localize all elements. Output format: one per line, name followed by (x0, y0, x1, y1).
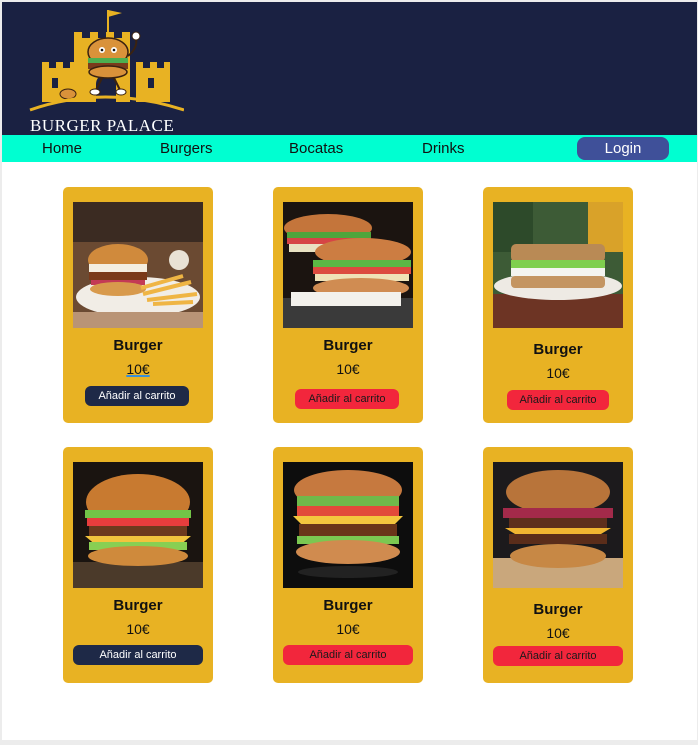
add-to-cart-button[interactable]: Añadir al carrito (85, 386, 189, 406)
nav-drinks[interactable]: Drinks (422, 140, 465, 157)
product-name: Burger (323, 337, 373, 354)
product-name: Burger (113, 337, 163, 354)
nav-burgers[interactable]: Burgers (160, 140, 213, 157)
brand-name: BURGER PALACE (30, 116, 175, 135)
product-card: Burger 10€ Añadir al carrito (273, 187, 423, 423)
product-image[interactable] (493, 462, 623, 588)
double-burger-image-icon (493, 462, 623, 588)
product-image[interactable] (73, 462, 203, 588)
site-header: BURGER PALACE (2, 2, 697, 135)
product-price: 10€ (546, 365, 570, 381)
product-card: Burger 10€ Añadir al carrito (483, 447, 633, 683)
product-name: Burger (323, 597, 373, 614)
add-to-cart-button[interactable]: Añadir al carrito (493, 646, 623, 666)
product-image[interactable] (493, 202, 623, 328)
nav-home[interactable]: Home (42, 140, 82, 157)
product-image[interactable] (283, 462, 413, 588)
add-to-cart-button[interactable]: Añadir al carrito (283, 645, 413, 665)
castle-logo-icon (29, 10, 184, 112)
product-name: Burger (533, 341, 583, 358)
product-image[interactable] (283, 202, 413, 328)
burger-fries-image-icon (73, 202, 203, 328)
add-to-cart-button[interactable]: Añadir al carrito (507, 390, 609, 410)
login-button[interactable]: Login (577, 137, 669, 160)
burger-palace-logo[interactable]: BURGER PALACE (24, 6, 184, 135)
product-price: 10€ (546, 625, 570, 641)
add-to-cart-button[interactable]: Añadir al carrito (295, 389, 399, 409)
product-card: Burger 10€ Añadir al carrito (483, 187, 633, 423)
product-price: 10€ (336, 361, 360, 377)
product-card: Burger 10€ Añadir al carrito (273, 447, 423, 683)
product-card: Burger 10€ Añadir al carrito (63, 187, 213, 423)
product-price: 10€ (336, 621, 360, 637)
classic-burger-image-icon (283, 462, 413, 588)
product-image[interactable] (73, 202, 203, 328)
cheeseburger-image-icon (73, 462, 203, 588)
product-name: Burger (533, 601, 583, 618)
product-card: Burger 10€ Añadir al carrito (63, 447, 213, 683)
nav-bocatas[interactable]: Bocatas (289, 140, 343, 157)
add-to-cart-button[interactable]: Añadir al carrito (73, 645, 203, 665)
main-nav: Home Burgers Bocatas Drinks Login (2, 135, 697, 162)
toasted-sandwich-image-icon (493, 202, 623, 328)
product-name: Burger (113, 597, 163, 614)
product-price: 10€ (126, 361, 150, 377)
sandwich-image-icon (283, 202, 413, 328)
product-price: 10€ (126, 621, 150, 637)
page-frame: BURGER PALACE Home Burgers Bocatas Drink… (2, 2, 697, 740)
